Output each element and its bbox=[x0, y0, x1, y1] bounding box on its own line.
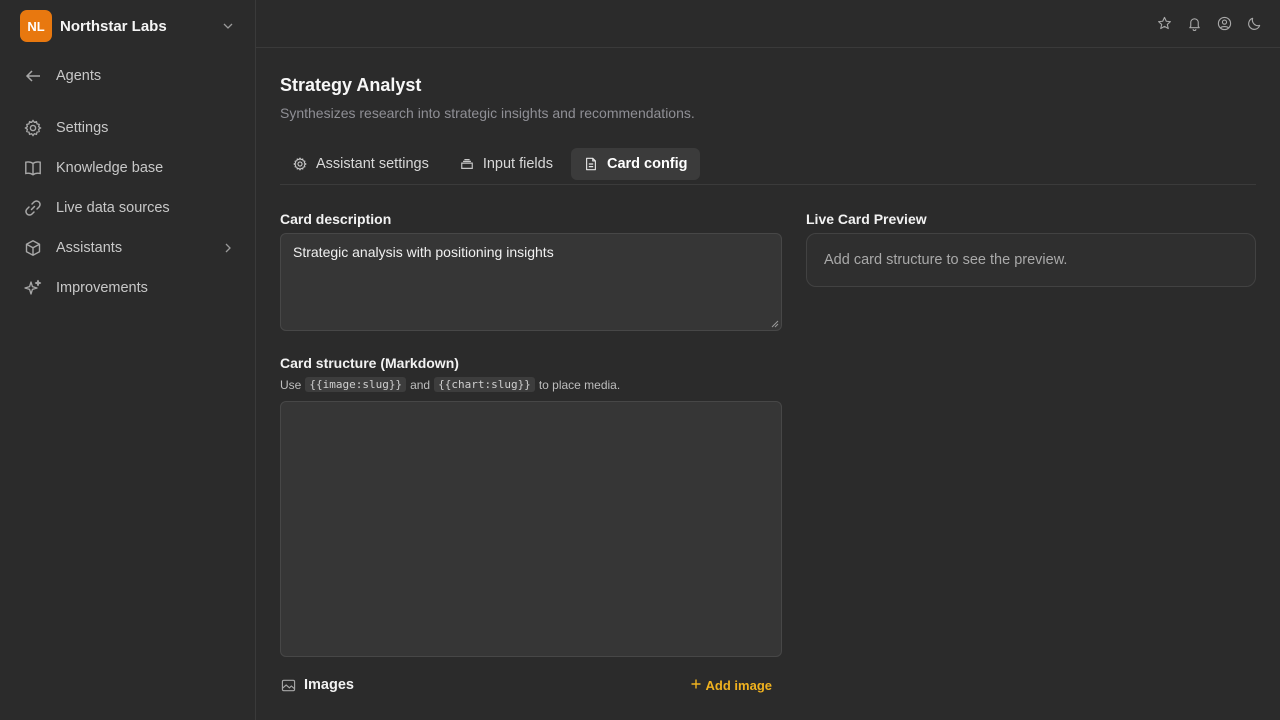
resize-handle-icon[interactable] bbox=[771, 320, 779, 328]
image-icon bbox=[280, 677, 296, 693]
cube-icon bbox=[20, 238, 48, 258]
sidebar-item-improvements[interactable]: Improvements bbox=[20, 272, 236, 304]
gear-icon bbox=[292, 156, 308, 172]
card-structure-hint: Use {{image:slug}} and {{chart:slug}} to… bbox=[280, 377, 620, 392]
sidebar-item-settings[interactable]: Settings bbox=[20, 112, 236, 144]
images-section-header: Images Add image bbox=[280, 673, 782, 697]
card-structure-input[interactable] bbox=[280, 401, 782, 657]
sidebar: NL Northstar Labs Agents Settings Knowle… bbox=[0, 0, 256, 720]
hint-text: to place media. bbox=[538, 377, 621, 392]
bell-icon[interactable] bbox=[1186, 15, 1202, 31]
sidebar-item-label: Settings bbox=[56, 120, 109, 136]
hint-text: Use bbox=[280, 377, 302, 392]
hint-code-chart: {{chart:slug}} bbox=[434, 377, 535, 392]
sidebar-item-knowledge-base[interactable]: Knowledge base bbox=[20, 152, 236, 184]
live-card-preview: Add card structure to see the preview. bbox=[806, 233, 1256, 287]
org-logo: NL bbox=[20, 10, 52, 42]
images-title: Images bbox=[304, 677, 354, 693]
link-icon bbox=[20, 198, 48, 218]
tab-input-fields[interactable]: Input fields bbox=[447, 148, 565, 180]
document-icon bbox=[583, 156, 599, 172]
tab-divider bbox=[280, 184, 1256, 185]
book-icon bbox=[20, 158, 48, 178]
tab-label: Card config bbox=[606, 156, 688, 172]
star-icon[interactable] bbox=[1156, 15, 1172, 31]
sidebar-item-live-data-sources[interactable]: Live data sources bbox=[20, 192, 236, 224]
tab-card-config[interactable]: Card config bbox=[570, 148, 700, 180]
add-image-button[interactable]: Add image bbox=[690, 678, 782, 693]
sidebar-item-label: Improvements bbox=[56, 280, 148, 296]
user-circle-icon[interactable] bbox=[1216, 15, 1232, 31]
sidebar-item-label: Assistants bbox=[56, 240, 123, 256]
tab-bar: Assistant settings Input fields Card con… bbox=[280, 148, 700, 180]
org-name: Northstar Labs bbox=[60, 17, 167, 35]
org-switcher[interactable]: NL Northstar Labs bbox=[20, 10, 236, 42]
plus-icon bbox=[690, 678, 702, 693]
sparkles-icon bbox=[20, 278, 48, 298]
chevron-right-icon bbox=[220, 240, 236, 256]
card-structure-label: Card structure (Markdown) bbox=[280, 355, 459, 371]
topbar bbox=[256, 0, 1280, 48]
hint-code-image: {{image:slug}} bbox=[305, 377, 407, 392]
tab-assistant-settings[interactable]: Assistant settings bbox=[280, 148, 441, 180]
card-description-label: Card description bbox=[280, 211, 392, 227]
card-description-input[interactable]: Strategic analysis with positioning insi… bbox=[280, 233, 782, 331]
hint-text: and bbox=[410, 377, 431, 392]
back-to-agents[interactable]: Agents bbox=[20, 60, 236, 92]
back-label: Agents bbox=[56, 68, 102, 84]
arrow-left-icon bbox=[20, 66, 48, 86]
tab-label: Input fields bbox=[482, 156, 553, 172]
stack-icon bbox=[459, 156, 475, 172]
live-preview-label: Live Card Preview bbox=[806, 211, 927, 227]
moon-icon[interactable] bbox=[1246, 15, 1262, 31]
sidebar-item-label: Live data sources bbox=[56, 200, 170, 216]
add-image-label: Add image bbox=[705, 677, 772, 693]
sidebar-item-label: Knowledge base bbox=[56, 160, 164, 176]
sidebar-item-assistants[interactable]: Assistants bbox=[20, 232, 236, 264]
page-title: Strategy Analyst bbox=[280, 75, 422, 95]
tab-label: Assistant settings bbox=[316, 156, 429, 172]
preview-empty-text: Add card structure to see the preview. bbox=[824, 252, 1068, 268]
gear-icon bbox=[20, 118, 48, 138]
chevron-down-icon bbox=[220, 18, 236, 34]
page-subtitle: Synthesizes research into strategic insi… bbox=[280, 105, 695, 121]
